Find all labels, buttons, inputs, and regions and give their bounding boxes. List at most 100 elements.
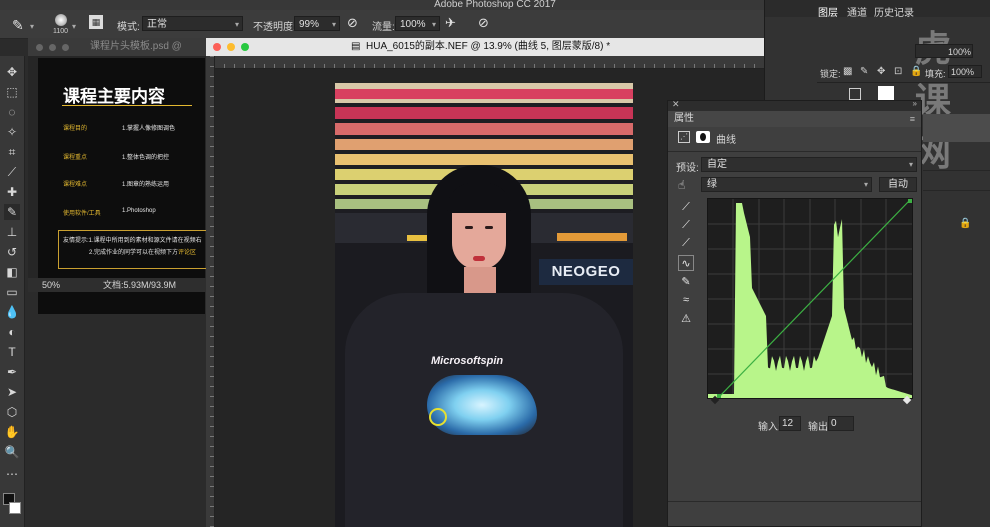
lasso-tool-icon[interactable]: ◌	[4, 104, 20, 120]
light-strip	[557, 233, 627, 241]
healing-brush-tool-icon[interactable]: ✚	[4, 184, 20, 200]
chevron-down-icon: ▾	[863, 180, 868, 189]
move-tool-icon[interactable]: ✥	[4, 64, 20, 80]
path-select-tool-icon[interactable]: ➤	[4, 384, 20, 400]
lock-position-icon[interactable]: ✥	[877, 66, 885, 77]
background-color-swatch[interactable]	[9, 502, 21, 514]
history-brush-tool-icon[interactable]: ↺	[4, 244, 20, 260]
close-icon[interactable]: ✕	[672, 99, 680, 110]
panel-menu-icon[interactable]: ≡	[910, 111, 915, 127]
minimize-icon[interactable]	[227, 43, 235, 51]
heading-divider	[62, 105, 192, 106]
preset-select[interactable]: 自定 ▾	[701, 157, 917, 172]
targeted-adjustment-icon[interactable]: ☝	[678, 178, 685, 192]
tab-layers[interactable]: 图层	[818, 4, 838, 19]
blur-tool-icon[interactable]: 💧	[4, 304, 20, 320]
close-icon[interactable]	[36, 44, 43, 51]
more-tools-icon[interactable]: ⋯	[4, 466, 20, 482]
dodge-tool-icon[interactable]: ◐	[4, 324, 20, 340]
auto-button[interactable]: 自动	[879, 177, 917, 192]
preset-value: 自定	[707, 159, 727, 170]
flow-input[interactable]: 100% ▾	[395, 16, 440, 31]
properties-panel: ✕ » 属性 ≡ ⋰ 曲线 预设: 自定 ▾ ☝ 绿 ▾ 自动 ⟋ ⟋ ⟋ ∿ ✎ …	[667, 99, 922, 527]
gray-point-eyedropper-icon[interactable]: ⟋	[678, 217, 694, 233]
white-point-eyedropper-icon[interactable]: ⟋	[678, 235, 694, 251]
document-tab[interactable]: 课程片头模板.psd @	[28, 38, 206, 56]
fill-input[interactable]: 100%	[948, 65, 982, 78]
eraser-tool-icon[interactable]: ◧	[4, 264, 20, 280]
curves-graph[interactable]	[707, 198, 913, 399]
opacity-input[interactable]: 99% ▾	[294, 16, 340, 31]
gradient-tool-icon[interactable]: ▭	[4, 284, 20, 300]
pressure-opacity-icon[interactable]: ⊘	[347, 15, 358, 31]
curves-adjustment-icon[interactable]: ⋰	[678, 131, 690, 143]
ruler-horizontal[interactable]	[214, 56, 764, 69]
mode-value: 正常	[147, 19, 167, 30]
clipping-warning-icon[interactable]: ⚠	[678, 311, 694, 327]
zoom-tool-icon[interactable]: 🔍	[4, 444, 20, 460]
hand-tool-icon[interactable]: ✋	[4, 424, 20, 440]
course-row-value: 1.Photoshop	[122, 208, 156, 214]
document-title: 课程片头模板.psd @	[90, 41, 182, 52]
preset-label: 预设:	[676, 163, 699, 174]
collapse-icon[interactable]: »	[913, 99, 917, 108]
course-row-value: 1.掌握人像修图调色	[122, 126, 176, 132]
course-row-label: 课程目的	[63, 126, 88, 132]
pressure-size-icon[interactable]: ⊘	[478, 15, 489, 31]
eyedropper-tool-icon[interactable]: ⟋	[4, 164, 20, 180]
close-icon[interactable]	[213, 43, 221, 51]
tab-history[interactable]: 历史记录	[874, 4, 914, 19]
mode-select[interactable]: 正常 ▾	[142, 16, 243, 31]
layer-adjustment-icon[interactable]	[849, 88, 861, 100]
layer-opacity-input[interactable]: 100%	[915, 44, 973, 58]
pen-tool-icon[interactable]: ✒	[4, 364, 20, 380]
shape-tool-icon[interactable]: ⬡	[4, 404, 20, 420]
lock-paint-icon[interactable]: ✎	[860, 66, 868, 77]
stripe-band	[335, 123, 633, 135]
panel-title: 属性 ≡	[668, 111, 921, 127]
input-field[interactable]: 12	[779, 416, 801, 431]
lock-transparency-icon[interactable]: ▩	[843, 66, 852, 77]
mask-icon[interactable]	[696, 131, 710, 143]
document-tab[interactable]: ▤ HUA_6015的副本.NEF @ 13.9% (曲线 5, 图层蒙版/8)…	[206, 38, 764, 56]
gear-print	[429, 408, 447, 426]
quick-select-tool-icon[interactable]: ✧	[4, 124, 20, 140]
brush-preview-icon[interactable]	[55, 14, 67, 26]
crop-tool-icon[interactable]: ⌗	[4, 144, 20, 160]
draw-curve-icon[interactable]: ✎	[678, 274, 694, 290]
file-size: 文档:5.93M/93.9M	[103, 280, 177, 290]
minimize-icon[interactable]	[49, 44, 56, 51]
brush-picker-chevron-icon[interactable]: ▾	[72, 22, 76, 31]
channel-select[interactable]: 绿 ▾	[701, 177, 872, 192]
ruler-vertical[interactable]	[206, 56, 215, 527]
brush-tool-icon[interactable]: ✎	[4, 204, 20, 220]
tip-box: 友情提示:1.课程中所用到的素材和源文件请在视频右 2.完成作业的同学可以在视频…	[58, 230, 207, 269]
tab-channels[interactable]: 通道	[847, 4, 867, 19]
tip-line-2: 2.完成作业的同学可以在视频下方	[89, 250, 179, 256]
output-field[interactable]: 0	[828, 416, 854, 431]
smooth-curve-icon[interactable]: ≈	[678, 292, 694, 308]
lock-all-icon[interactable]: 🔒	[910, 66, 922, 77]
document-title: HUA_6015的副本.NEF @ 13.9% (曲线 5, 图层蒙版/8) *	[366, 41, 611, 52]
zoom-level[interactable]: 50%	[42, 278, 60, 292]
brush-tool-icon[interactable]: ✎	[12, 17, 24, 34]
course-row-label: 课程重点	[63, 155, 88, 161]
black-point-eyedropper-icon[interactable]: ⟋	[678, 199, 694, 215]
layer-opacity-value: 100%	[948, 47, 972, 57]
maximize-icon[interactable]	[62, 44, 69, 51]
chevron-down-icon: ▾	[431, 20, 436, 29]
panel-header-bar[interactable]: ✕ »	[668, 99, 921, 111]
airbrush-icon[interactable]: ✈	[445, 15, 456, 31]
tool-preset-chevron-icon[interactable]: ▾	[30, 22, 34, 31]
maximize-icon[interactable]	[241, 43, 249, 51]
marquee-tool-icon[interactable]: ⬚	[4, 84, 20, 100]
photo-canvas[interactable]: NEOGEO Microsoftspin	[335, 83, 633, 527]
clone-stamp-tool-icon[interactable]: ⊥	[4, 224, 20, 240]
stripe-band	[335, 139, 633, 150]
edit-points-icon[interactable]: ∿	[678, 255, 694, 271]
channel-value: 绿	[707, 179, 717, 190]
type-tool-icon[interactable]: T	[4, 344, 20, 360]
lock-artboard-icon[interactable]: ⊡	[894, 66, 902, 77]
layer-row-selected[interactable]	[923, 114, 990, 142]
brush-panel-toggle-icon[interactable]: ▦	[89, 15, 103, 29]
